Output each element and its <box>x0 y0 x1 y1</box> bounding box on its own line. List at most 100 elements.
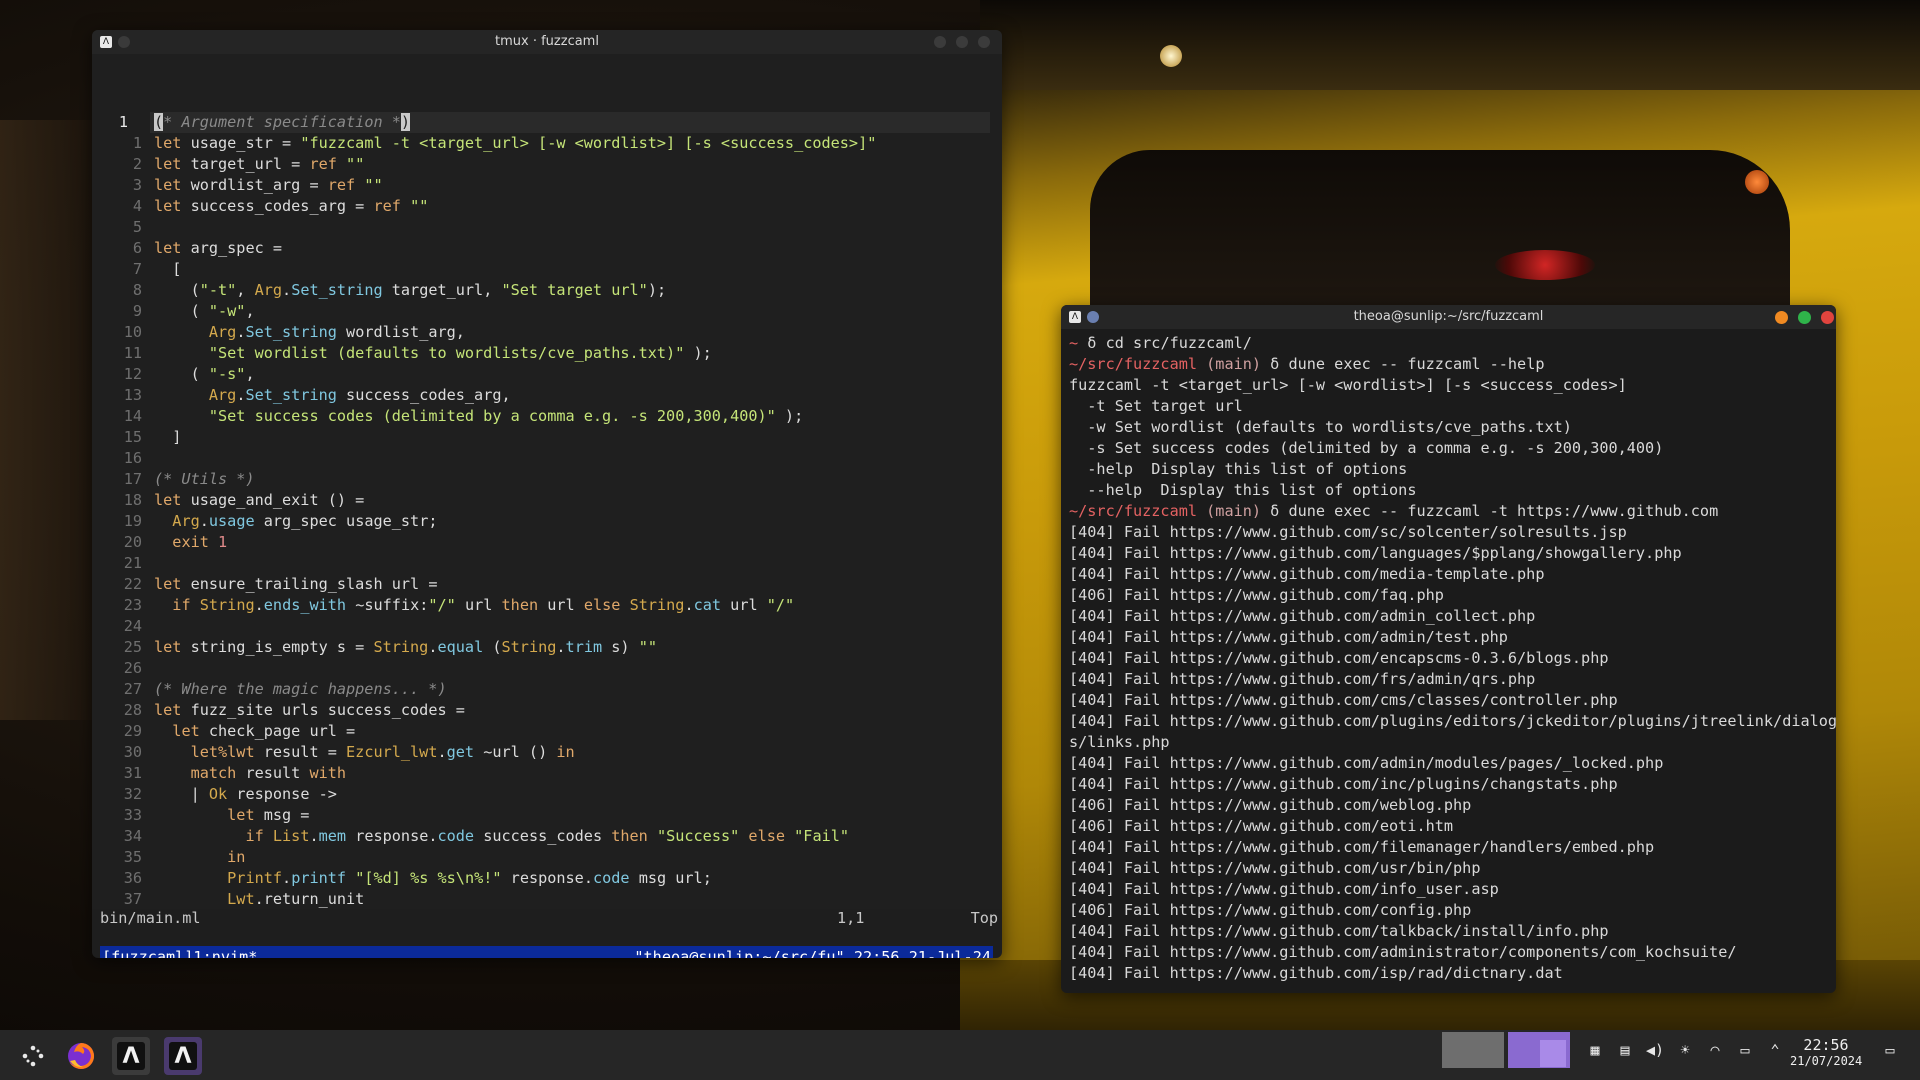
code-line[interactable]: 35 in <box>92 847 992 868</box>
code-line[interactable]: 19 Arg.usage arg_spec usage_str; <box>92 511 992 532</box>
code-text: let msg = <box>227 806 310 824</box>
code-line[interactable]: 17 (* Utils *) <box>92 469 992 490</box>
terminal-text: [404] Fail https://www.github.com/cms/cl… <box>1069 691 1618 709</box>
show-desktop-icon[interactable]: ▭ <box>1880 1040 1900 1060</box>
volume-icon[interactable]: ◀) <box>1645 1040 1665 1060</box>
chevron-up-icon[interactable]: ⌃ <box>1765 1040 1785 1060</box>
code-text: "Set wordlist (defaults to wordlists/cve… <box>208 344 712 362</box>
virtual-desktop-1[interactable] <box>1442 1032 1504 1068</box>
code-line[interactable]: 18 let usage_and_exit () = <box>92 490 992 511</box>
code-text: exit 1 <box>172 533 228 551</box>
terminal-text: [404] Fail https://www.github.com/admin/… <box>1069 754 1664 772</box>
code-line[interactable]: 1 let usage_str = "fuzzcaml -t <target_ur… <box>92 133 992 154</box>
code-line[interactable]: 9 ( "-w", <box>92 301 992 322</box>
code-text: let fuzz_site urls success_codes = <box>154 701 465 719</box>
code-text: let usage_str = "fuzzcaml -t <target_url… <box>154 134 877 152</box>
task-kitty-1[interactable]: Λ <box>112 1037 150 1075</box>
keyboard-icon[interactable]: ▦ <box>1585 1040 1605 1060</box>
code-line[interactable]: 5 <box>92 217 992 238</box>
terminal-line: [404] Fail https://www.github.com/admini… <box>1069 942 1834 963</box>
terminal-text: δ dune exec -- fuzzcaml -t https://www.g… <box>1261 502 1719 520</box>
terminal-line: [406] Fail https://www.github.com/faq.ph… <box>1069 585 1834 606</box>
code-line[interactable]: 30 let%lwt result = Ezcurl_lwt.get ~url … <box>92 742 992 763</box>
code-line[interactable]: 29 let check_page url = <box>92 721 992 742</box>
battery-icon[interactable]: ▭ <box>1735 1040 1755 1060</box>
code-line[interactable]: 4 let success_codes_arg = ref "" <box>92 196 992 217</box>
terminal-line: [404] Fail https://www.github.com/admin_… <box>1069 606 1834 627</box>
terminal-text: s/links.php <box>1069 733 1170 751</box>
clipboard-icon[interactable]: ▤ <box>1615 1040 1635 1060</box>
code-line[interactable]: 26 <box>92 658 992 679</box>
minimize-button[interactable] <box>934 36 946 48</box>
application-launcher-button[interactable] <box>14 1037 52 1075</box>
terminal-text: -t Set target url <box>1069 397 1243 415</box>
close-button[interactable] <box>978 36 990 48</box>
status-filename: bin/main.ml <box>100 909 201 927</box>
code-text: | Ok response -> <box>154 785 337 803</box>
code-line[interactable]: 33 let msg = <box>92 805 992 826</box>
code-line[interactable]: 8 ("-t", Arg.Set_string target_url, "Set… <box>92 280 992 301</box>
line-number: 14 <box>123 407 142 425</box>
tmux-window[interactable]: Λ tmux · fuzzcaml 1 (* Argument specifica… <box>92 30 1002 958</box>
code-line[interactable]: 24 <box>92 616 992 637</box>
code-line[interactable]: 2 let target_url = ref "" <box>92 154 992 175</box>
line-number: 32 <box>123 785 142 803</box>
code-line[interactable]: 11 "Set wordlist (defaults to wordlists/… <box>92 343 992 364</box>
code-line[interactable]: 25 let string_is_empty s = String.equal (… <box>92 637 992 658</box>
terminal-line: [404] Fail https://www.github.com/admin/… <box>1069 753 1834 774</box>
line-number: 8 <box>132 281 142 299</box>
code-text: Arg.Set_string success_codes_arg, <box>208 386 511 404</box>
code-line[interactable]: 1 (* Argument specification *) <box>92 112 992 133</box>
terminal-text: -help Display this list of options <box>1069 460 1408 478</box>
code-line[interactable]: 23 if String.ends_with ~suffix:"/" url t… <box>92 595 992 616</box>
terminal-line: -s Set success codes (delimited by a com… <box>1069 438 1834 459</box>
code-line[interactable]: 14 "Set success codes (delimited by a co… <box>92 406 992 427</box>
code-line[interactable]: 27 (* Where the magic happens... *) <box>92 679 992 700</box>
code-line[interactable]: 16 <box>92 448 992 469</box>
code-line[interactable]: 15 ] <box>92 427 992 448</box>
task-kitty-2[interactable]: Λ <box>164 1037 202 1075</box>
terminal-text: [404] Fail https://www.github.com/langua… <box>1069 544 1682 562</box>
code-text: let ensure_trailing_slash url = <box>154 575 438 593</box>
code-text: let%lwt result = Ezcurl_lwt.get ~url () … <box>190 743 575 761</box>
nvim-editor[interactable]: 1 (* Argument specification *) 1 let usage_… <box>92 54 1002 958</box>
maximize-button[interactable] <box>956 36 968 48</box>
terminal-line: [404] Fail https://www.github.com/media-… <box>1069 564 1834 585</box>
tmux-titlebar[interactable]: Λ tmux · fuzzcaml <box>92 30 1002 54</box>
line-number: 10 <box>123 323 142 341</box>
line-number: 22 <box>123 575 142 593</box>
code-line[interactable]: 10 Arg.Set_string wordlist_arg, <box>92 322 992 343</box>
terminal-line: [404] Fail https://www.github.com/langua… <box>1069 543 1834 564</box>
close-button[interactable] <box>1821 311 1834 324</box>
code-line[interactable]: 12 ( "-s", <box>92 364 992 385</box>
terminal-output[interactable]: ~ δ cd src/fuzzcaml/~/src/fuzzcaml (main… <box>1069 333 1836 984</box>
code-line[interactable]: 34 if List.mem response.code success_cod… <box>92 826 992 847</box>
code-line[interactable]: 6 let arg_spec = <box>92 238 992 259</box>
code-line[interactable]: 20 exit 1 <box>92 532 992 553</box>
terminal-line: [404] Fail https://www.github.com/frs/ad… <box>1069 669 1834 690</box>
code-line[interactable]: 21 <box>92 553 992 574</box>
code-line[interactable]: 7 [ <box>92 259 992 280</box>
code-line[interactable]: 32 | Ok response -> <box>92 784 992 805</box>
code-line[interactable]: 3 let wordlist_arg = ref "" <box>92 175 992 196</box>
brightness-icon[interactable]: ☀ <box>1675 1040 1695 1060</box>
terminal-window[interactable]: Λ theoa@sunlip:~/src/fuzzcaml ~ δ cd src… <box>1061 305 1836 993</box>
code-line[interactable]: 36 Printf.printf "[%d] %s %s\n%!" respon… <box>92 868 992 889</box>
code-line[interactable]: 22 let ensure_trailing_slash url = <box>92 574 992 595</box>
tmux-session-window[interactable]: [fuzzcaml]1:nvim* <box>102 946 257 958</box>
code-line[interactable]: 13 Arg.Set_string success_codes_arg, <box>92 385 992 406</box>
line-number: 18 <box>123 491 142 509</box>
digital-clock[interactable]: 22:56 21/07/2024 <box>1790 1036 1862 1068</box>
maximize-button[interactable] <box>1798 311 1811 324</box>
terminal-line: [404] Fail https://www.github.com/inc/pl… <box>1069 774 1834 795</box>
minimize-button[interactable] <box>1775 311 1788 324</box>
nvim-statusline: bin/main.ml 1,1 Top <box>100 907 998 929</box>
code-line[interactable]: 31 match result with <box>92 763 992 784</box>
terminal-text: δ dune exec -- fuzzcaml --help <box>1261 355 1545 373</box>
code-line[interactable]: 28 let fuzz_site urls success_codes = <box>92 700 992 721</box>
wifi-icon[interactable]: ◠ <box>1705 1040 1725 1060</box>
task-firefox[interactable] <box>62 1037 100 1075</box>
terminal-titlebar[interactable]: Λ theoa@sunlip:~/src/fuzzcaml <box>1061 305 1836 329</box>
code-text: Printf.printf "[%d] %s %s\n%!" response.… <box>227 869 712 887</box>
line-number: 13 <box>123 386 142 404</box>
